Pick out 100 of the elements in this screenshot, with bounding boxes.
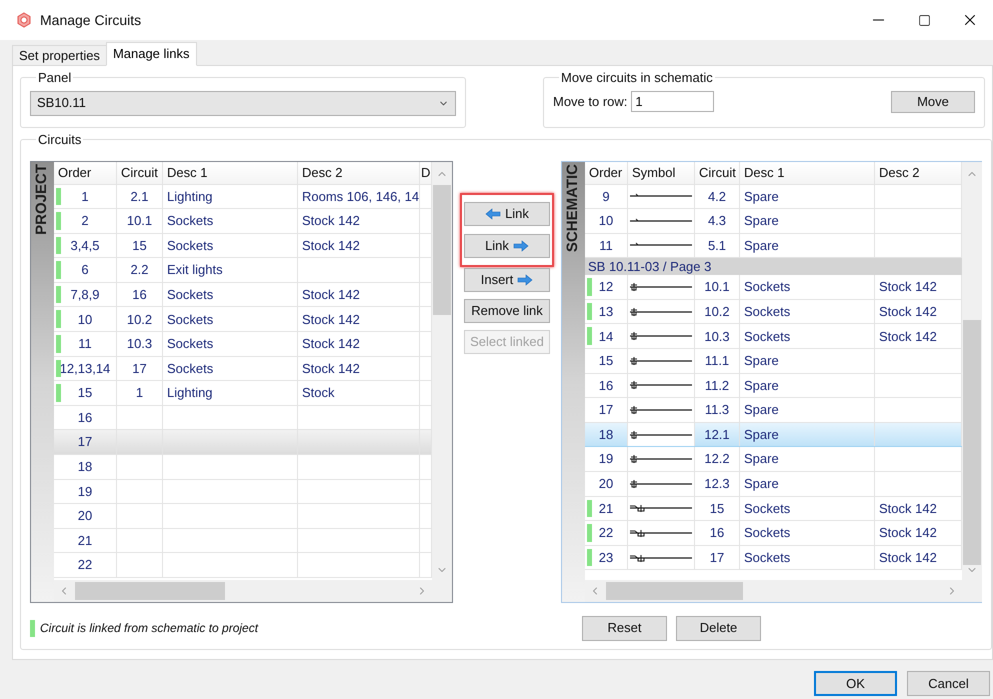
table-row[interactable]: 9 4.2 Spare xyxy=(585,184,962,210)
table-row[interactable]: 11 10.3 Sockets Stock 142 xyxy=(54,332,432,357)
action-button[interactable]: Link xyxy=(464,202,550,226)
table-cell-text: Spare xyxy=(744,376,779,395)
table-row[interactable]: 23 17 Sockets Stock 142 xyxy=(585,546,962,570)
column-header[interactable]: Desc 1 xyxy=(167,162,208,182)
table-cell-text: Sockets xyxy=(167,360,214,378)
table-cell-text: Stock 142 xyxy=(879,500,937,518)
table-row[interactable]: 3,4,5 15 Sockets Stock 142 xyxy=(54,234,432,258)
table-row[interactable]: 10 4.3 Spare xyxy=(585,209,962,234)
window-title: Manage Circuits xyxy=(40,10,142,30)
table-cell-text: Sockets xyxy=(744,302,790,321)
table-row[interactable]: 17 xyxy=(54,430,432,456)
table-row[interactable]: 14 10.3 Sockets Stock 142 xyxy=(585,324,962,350)
table-cell-text: 16 xyxy=(710,524,724,542)
table-cell-text: Stock 142 xyxy=(879,548,937,567)
table-cell-text: Sockets xyxy=(167,310,214,329)
column-header[interactable]: Order xyxy=(58,162,92,182)
table-row[interactable]: 12 10.1 Sockets Stock 142 xyxy=(585,275,962,300)
action-button[interactable]: Remove link xyxy=(464,298,550,322)
table-row[interactable]: 18 12.1 Spare xyxy=(585,422,962,448)
tab[interactable]: Set properties xyxy=(12,45,107,66)
table-row[interactable]: 16 xyxy=(54,406,432,430)
table-row[interactable]: 18 xyxy=(54,455,432,480)
column-header[interactable]: D xyxy=(421,162,430,182)
table-row[interactable]: 13 10.2 Sockets Stock 142 xyxy=(585,300,962,324)
table-cell-text: 21 xyxy=(598,500,614,518)
panel-dropdown[interactable]: SB10.11 xyxy=(30,90,456,116)
scrollbar-thumb[interactable] xyxy=(75,582,225,600)
minimize-icon xyxy=(872,19,884,21)
table-row[interactable]: 20 xyxy=(54,504,432,529)
table-row[interactable]: 7,8,9 16 Sockets Stock 142 xyxy=(54,282,432,308)
action-button[interactable]: Link xyxy=(464,234,550,258)
table-row[interactable]: 16 11.2 Spare xyxy=(585,374,962,398)
table-row[interactable]: 2 10.1 Sockets Stock 142 xyxy=(54,209,432,234)
table-row[interactable]: 12,13,14 17 Sockets Stock 142 xyxy=(54,356,432,382)
table-cell-text: 11.3 xyxy=(704,401,730,420)
table-row[interactable]: 6 2.2 Exit lights xyxy=(54,258,432,283)
table-cell-text: Sockets xyxy=(744,328,790,346)
group-title: Panel xyxy=(38,70,72,85)
table-cell-text: Spare xyxy=(744,212,779,230)
column-header[interactable]: Circuit xyxy=(699,162,736,182)
scrollbar-thumb[interactable] xyxy=(433,184,451,314)
table-cell-text: Stock 142 xyxy=(302,335,360,354)
table-row[interactable]: 17 11.3 Spare xyxy=(585,398,962,423)
table-cell-text: Stock 142 xyxy=(879,302,937,321)
table-cell-text: Stock 142 xyxy=(879,328,937,346)
table-cell-text: 19 xyxy=(78,482,92,501)
column-header[interactable]: Order xyxy=(589,162,622,182)
vertical-scrollbar[interactable] xyxy=(962,162,982,580)
table-row[interactable]: 19 12.2 Spare xyxy=(585,447,962,472)
table-row[interactable]: 1 2.1 Lighting Rooms 106, 146, 14 xyxy=(54,184,432,210)
scrollbar-thumb[interactable] xyxy=(963,320,981,564)
table-row[interactable]: 15 11.1 Spare xyxy=(585,349,962,374)
table-cell-text: Stock 142 xyxy=(879,278,937,296)
action-button[interactable]: Insert xyxy=(464,268,550,292)
table-row[interactable]: 15 1 Lighting Stock xyxy=(54,381,432,406)
table-row[interactable]: 21 xyxy=(54,528,432,554)
table-cell-text: 12.2 xyxy=(704,450,730,468)
dialog-button[interactable]: Cancel xyxy=(907,671,990,696)
table-row[interactable]: 10 10.2 Sockets Stock 142 xyxy=(54,307,432,332)
table-row[interactable]: 20 12.3 Spare xyxy=(585,472,962,497)
table-cell-text: 12 xyxy=(598,278,614,296)
table-cell-text: 9 xyxy=(602,188,610,206)
row-number-field[interactable]: 1 xyxy=(631,91,714,112)
group-label: SB 10.11-03 / Page 3 xyxy=(588,258,712,276)
table-cell-text: 15 xyxy=(710,500,724,518)
scrollbar-thumb[interactable] xyxy=(606,582,743,600)
grid-action-button[interactable]: Reset xyxy=(582,616,667,640)
table-cell-text: 3,4,5 xyxy=(70,236,100,255)
table-cell-text: 22 xyxy=(598,524,614,542)
column-header[interactable]: Desc 2 xyxy=(879,162,920,182)
dialog-button[interactable]: OK xyxy=(814,671,897,696)
band-label: SCHEMATIC xyxy=(563,164,582,252)
move-button[interactable]: Move xyxy=(891,90,975,112)
table-cell-text: 20 xyxy=(598,475,614,494)
table-row[interactable]: 21 15 Sockets Stock 142 xyxy=(585,496,962,522)
table-cell-text: 16 xyxy=(598,376,614,395)
table-cell-text: Sockets xyxy=(744,278,790,296)
grid-action-button[interactable]: Delete xyxy=(676,616,761,640)
column-header[interactable]: Circuit xyxy=(121,162,158,182)
group-title: Move circuits in schematic xyxy=(561,70,713,85)
column-header[interactable]: Symbol xyxy=(632,162,676,182)
table-cell-text: 7,8,9 xyxy=(70,286,100,304)
column-header[interactable]: Desc 2 xyxy=(302,162,342,182)
table-cell-text: Stock 142 xyxy=(302,212,360,230)
tab[interactable]: Manage links xyxy=(106,42,197,66)
table-cell-text: 10.1 xyxy=(704,278,730,296)
legend-text: Circuit is linked from schematic to project xyxy=(40,620,258,637)
column-header[interactable]: Desc 1 xyxy=(744,162,784,182)
table-cell-text: 12.1 xyxy=(704,426,730,444)
table-row[interactable]: 22 xyxy=(54,553,432,578)
table-cell-text: 20 xyxy=(78,507,92,526)
table-cell-text: Sockets xyxy=(744,548,790,567)
table-row[interactable]: 11 5.1 Spare xyxy=(585,234,962,258)
table-cell-text: 22 xyxy=(78,556,92,574)
table-row[interactable]: 19 xyxy=(54,480,432,504)
table-row[interactable]: 22 16 Sockets Stock 142 xyxy=(585,521,962,546)
table-cell-text: Spare xyxy=(744,188,779,206)
vertical-scrollbar[interactable] xyxy=(432,162,452,580)
